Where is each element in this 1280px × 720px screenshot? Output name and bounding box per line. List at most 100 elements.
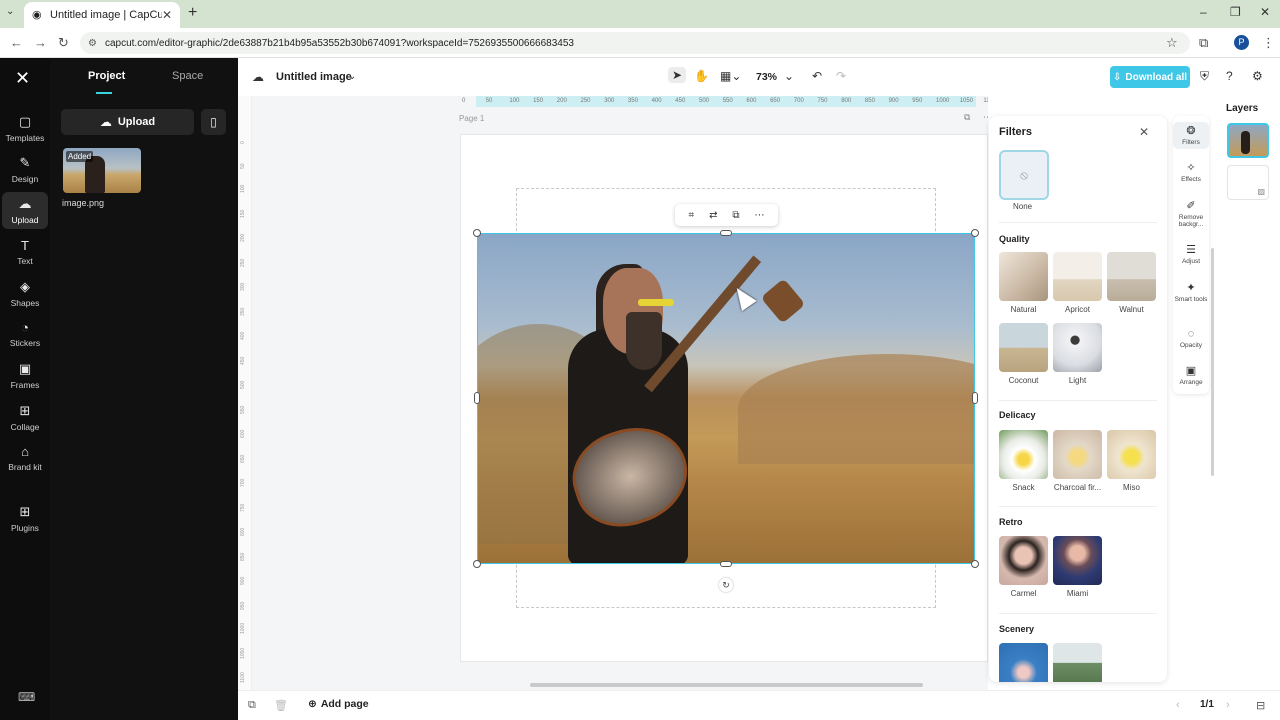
tool-effects[interactable]: ✧ Effects xyxy=(1173,162,1209,183)
rotate-icon[interactable]: ↻ xyxy=(719,578,733,592)
filters-scrollbar[interactable] xyxy=(1211,248,1214,476)
rail-item-templates[interactable]: ▢ Templates xyxy=(2,114,48,143)
hand-tool-icon[interactable]: ✋ xyxy=(694,69,709,83)
filter-miami[interactable]: Miami xyxy=(1053,536,1102,598)
reload-icon[interactable]: ↻ xyxy=(58,35,69,51)
ruler-tick-label: 1050 xyxy=(240,647,246,659)
minimize-icon[interactable]: – xyxy=(1200,5,1207,19)
layer-background[interactable]: ▨ xyxy=(1227,165,1269,200)
canvas-workspace[interactable]: 0 50 100 150 200 250 300 350 400 450 500 550 600 650 7… xyxy=(238,96,988,690)
duplicate-page-icon[interactable]: ⧉ xyxy=(964,112,970,123)
rail-item-upload[interactable]: ☁ Upload xyxy=(2,192,48,229)
keyboard-shortcuts-icon[interactable]: ⌨ xyxy=(18,690,35,704)
filter-miso[interactable]: Miso xyxy=(1107,430,1156,492)
bookmark-star-icon[interactable]: ☆ xyxy=(1166,35,1178,51)
download-all-button[interactable]: ⇩ Download all xyxy=(1110,66,1190,88)
upload-button[interactable]: ☁ Upload xyxy=(61,109,194,135)
tab-search-icon[interactable]: ⌄ xyxy=(6,6,14,17)
capcut-logo-icon[interactable]: ✕ xyxy=(15,68,30,89)
rail-label: Stickers xyxy=(9,338,41,348)
close-window-icon[interactable]: ✕ xyxy=(1260,5,1270,19)
browser-menu-icon[interactable]: ⋮ xyxy=(1262,35,1275,51)
close-tab-icon[interactable]: ✕ xyxy=(162,8,172,22)
tool-arrange[interactable]: ▣ Arrange xyxy=(1173,365,1209,386)
page-panel-icon[interactable]: ⊟ xyxy=(1256,699,1265,712)
chevron-down-icon[interactable]: ⌄ xyxy=(348,71,356,82)
rail-item-collage[interactable]: ⊞ Collage xyxy=(2,403,48,432)
filter-natural[interactable]: Natural xyxy=(999,252,1048,314)
delete-icon[interactable]: 🗑 xyxy=(274,699,288,712)
rail-item-brand-kit[interactable]: ⌂ Brand kit xyxy=(2,444,48,472)
crop-icon[interactable]: ⌗ xyxy=(688,210,694,221)
filter-charcoal[interactable]: Charcoal fir... xyxy=(1053,430,1102,492)
profile-avatar[interactable]: P xyxy=(1234,35,1249,50)
resize-handle-right[interactable] xyxy=(972,392,978,404)
resize-handle-bottom-right[interactable] xyxy=(971,560,979,568)
add-page-button[interactable]: ⊕ Add page xyxy=(308,698,369,710)
back-icon[interactable]: ← xyxy=(10,35,23,50)
filter-snack[interactable]: Snack xyxy=(999,430,1048,492)
filter-coconut[interactable]: Coconut xyxy=(999,323,1048,385)
selected-image[interactable] xyxy=(477,233,975,564)
more-options-icon[interactable]: ⋯ xyxy=(755,210,765,221)
resize-handle-top[interactable] xyxy=(720,230,732,236)
rail-item-text[interactable]: T Text xyxy=(2,238,48,266)
pages-icon[interactable]: ⧉ xyxy=(248,699,256,712)
filter-apricot[interactable]: Apricot xyxy=(1053,252,1102,314)
new-tab-icon[interactable]: + xyxy=(188,4,197,22)
shield-icon[interactable]: ⛨ xyxy=(1200,69,1209,84)
prev-page-icon[interactable]: ‹ xyxy=(1176,699,1180,711)
resize-handle-top-left[interactable] xyxy=(473,229,481,237)
zoom-dropdown-icon[interactable]: ⌄ xyxy=(784,69,794,83)
tool-filters[interactable]: ❂ Filters xyxy=(1173,122,1209,149)
replace-icon[interactable]: ⇄ xyxy=(709,210,717,221)
settings-gear-icon[interactable]: ⚙ xyxy=(1252,69,1263,83)
redo-icon[interactable]: ↷ xyxy=(836,69,846,83)
filter-scenery-2[interactable] xyxy=(1053,643,1102,682)
rail-item-design[interactable]: ✎ Design xyxy=(2,155,48,184)
asset-thumbnail[interactable]: Added xyxy=(63,148,141,193)
tool-adjust[interactable]: ☰ Adjust xyxy=(1173,244,1209,265)
restore-icon[interactable]: ❐ xyxy=(1230,5,1241,19)
image-subject-glasses xyxy=(638,299,674,306)
upload-cloud-icon: ☁ xyxy=(99,115,112,129)
page-more-icon[interactable]: ⋯ xyxy=(983,112,988,123)
rail-item-stickers[interactable]: ◔ Stickers xyxy=(2,320,48,348)
filter-none[interactable]: ⦸ xyxy=(999,150,1049,200)
filter-scenery-1[interactable] xyxy=(999,643,1048,682)
resize-handle-left[interactable] xyxy=(474,392,480,404)
help-icon[interactable]: ? xyxy=(1226,69,1233,83)
extensions-icon[interactable]: ⧉ xyxy=(1199,35,1208,51)
forward-icon[interactable]: → xyxy=(34,35,47,50)
ruler-tick-label: 450 xyxy=(675,98,686,104)
tab-space[interactable]: Space xyxy=(172,70,203,82)
ruler-tick-label: 750 xyxy=(240,503,246,512)
close-icon[interactable]: ✕ xyxy=(1139,125,1149,139)
tool-remove-background[interactable]: ✐ Remove backgr... xyxy=(1173,200,1209,228)
tab-project[interactable]: Project xyxy=(88,70,125,82)
filter-carmel[interactable]: Carmel xyxy=(999,536,1048,598)
resize-handle-bottom-left[interactable] xyxy=(473,560,481,568)
resize-handle-bottom[interactable] xyxy=(720,561,732,567)
filter-light[interactable]: Light xyxy=(1053,323,1102,385)
rail-item-frames[interactable]: ▣ Frames xyxy=(2,361,48,390)
url-field[interactable]: ⚙ capcut.com/editor-graphic/2de63887b21b… xyxy=(80,32,1190,54)
browser-tab[interactable]: ◉ Untitled image | CapCut ✕ xyxy=(24,2,180,28)
next-page-icon[interactable]: › xyxy=(1226,699,1230,711)
document-title[interactable]: Untitled image xyxy=(276,71,352,83)
zoom-level[interactable]: 73% xyxy=(756,71,777,83)
duplicate-icon[interactable]: ⧉ xyxy=(732,210,739,221)
layout-icon[interactable]: ▦⌄ xyxy=(720,69,741,83)
layer-image[interactable] xyxy=(1227,123,1269,158)
tool-smart-tools[interactable]: ✦ Smart tools xyxy=(1173,282,1209,303)
undo-icon[interactable]: ↶ xyxy=(812,69,822,83)
rail-item-plugins[interactable]: ⊞ Plugins xyxy=(2,504,48,533)
phone-upload-icon[interactable]: ▯ xyxy=(201,109,226,135)
resize-handle-top-right[interactable] xyxy=(971,229,979,237)
filter-walnut[interactable]: Walnut xyxy=(1107,252,1156,314)
rail-item-shapes[interactable]: ◈ Shapes xyxy=(2,279,48,308)
tool-opacity[interactable]: ◌ Opacity xyxy=(1173,328,1209,349)
site-info-icon[interactable]: ⚙ xyxy=(88,38,97,49)
select-tool-icon[interactable]: ➤ xyxy=(668,67,687,83)
horizontal-scrollbar[interactable] xyxy=(530,683,923,687)
